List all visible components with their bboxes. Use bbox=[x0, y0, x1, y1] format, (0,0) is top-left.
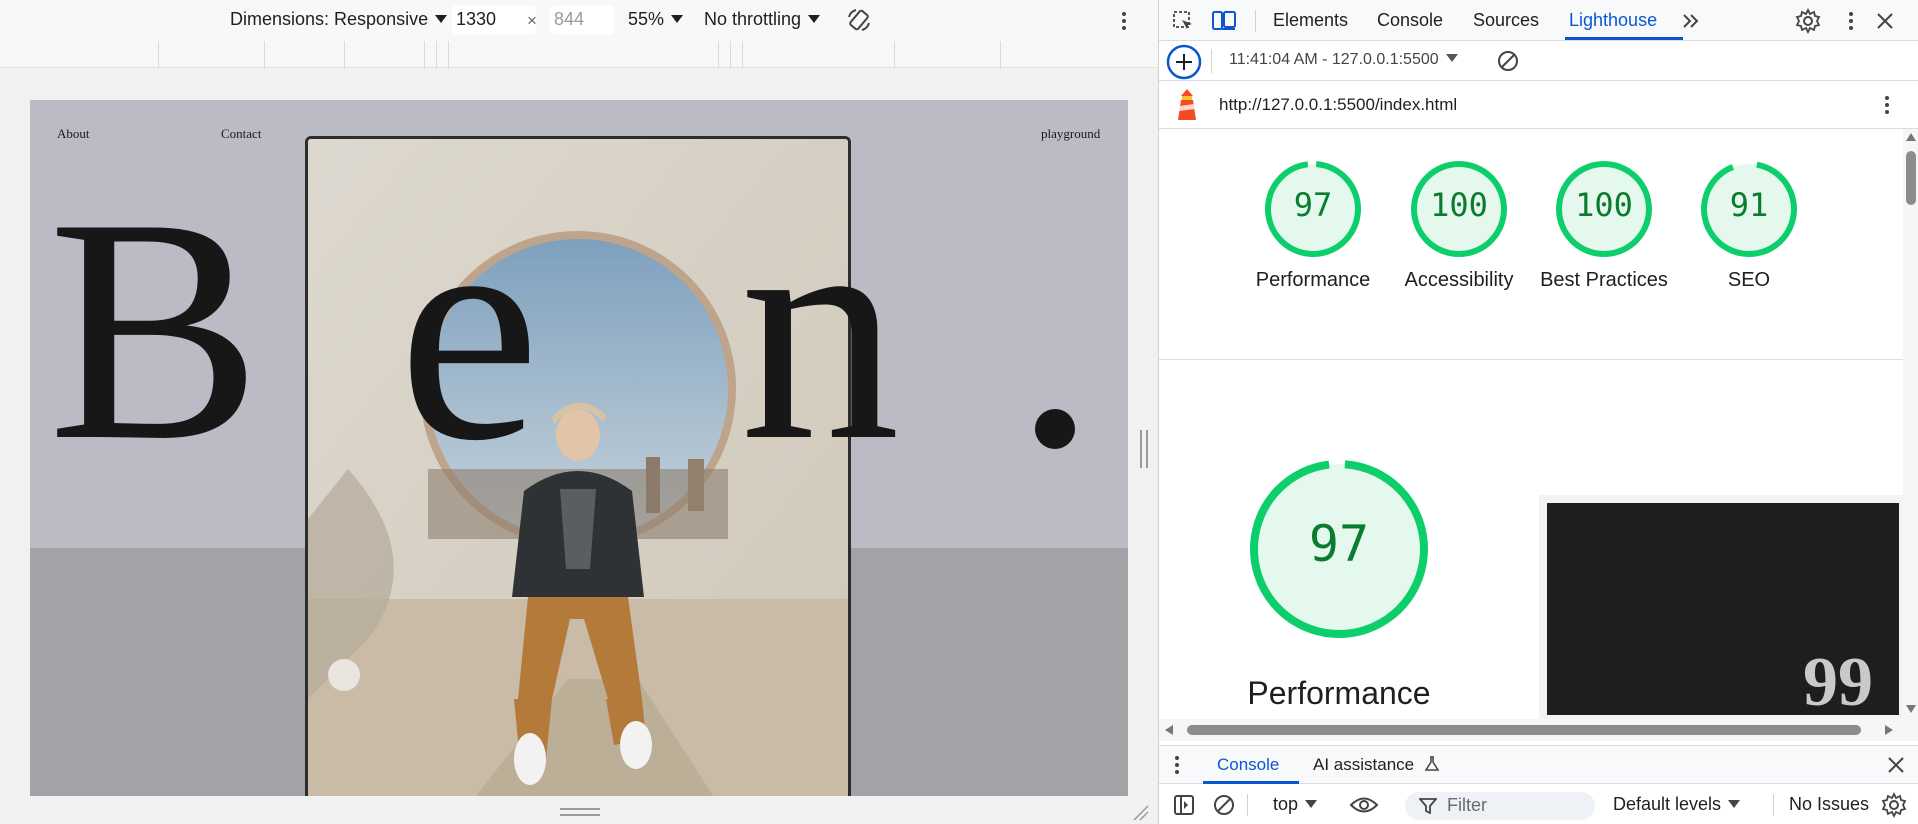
main-performance-score: 97 bbox=[1308, 515, 1370, 573]
devtools-panel: Elements Console Sources Lighthouse 11:4… bbox=[1158, 0, 1918, 824]
report-url-bar: http://127.0.0.1:5500/index.html bbox=[1159, 81, 1918, 129]
gauge-best-practices-label: Best Practices bbox=[1540, 269, 1668, 291]
close-drawer-icon[interactable] bbox=[1887, 756, 1905, 774]
horizontal-scrollbar[interactable] bbox=[1159, 719, 1918, 741]
drawer-tab-console[interactable]: Console bbox=[1217, 755, 1279, 775]
zoom-dropdown[interactable]: 55% bbox=[628, 9, 684, 30]
customize-menu-icon[interactable] bbox=[1845, 10, 1857, 32]
lighthouse-report: 97 Performance 100 Accessibility 100 Bes… bbox=[1159, 129, 1903, 719]
context-selector[interactable]: top bbox=[1273, 794, 1318, 815]
settings-gear-icon[interactable] bbox=[1795, 8, 1821, 34]
scroll-up-arrow-icon[interactable] bbox=[1906, 133, 1916, 141]
gauge-seo[interactable]: 91 bbox=[1699, 159, 1799, 259]
gauge-performance[interactable]: 97 bbox=[1263, 159, 1363, 259]
nav-contact-link[interactable]: Contact bbox=[221, 126, 261, 142]
issues-counter[interactable]: No Issues bbox=[1789, 794, 1869, 815]
report-selector[interactable]: 11:41:04 AM - 127.0.0.1:5500 bbox=[1229, 51, 1458, 69]
hero-period-dot bbox=[1035, 409, 1075, 449]
clear-console-icon[interactable] bbox=[1213, 794, 1235, 816]
viewport-height-resize-handle[interactable] bbox=[560, 808, 600, 816]
inspect-element-icon[interactable] bbox=[1171, 9, 1195, 33]
experimental-flask-icon bbox=[1424, 756, 1440, 771]
dimensions-dropdown[interactable]: Dimensions: Responsive bbox=[230, 9, 448, 30]
close-devtools-icon[interactable] bbox=[1875, 11, 1895, 31]
gauge-best-practices[interactable]: 100 bbox=[1554, 159, 1654, 259]
gauge-accessibility-label: Accessibility bbox=[1404, 269, 1514, 291]
new-report-plus-icon[interactable] bbox=[1165, 43, 1203, 81]
section-divider bbox=[1159, 359, 1903, 360]
report-url: http://127.0.0.1:5500/index.html bbox=[1219, 95, 1458, 114]
height-input[interactable]: 844 bbox=[550, 6, 614, 34]
console-toolbar: top Filter Default levels No Issues bbox=[1159, 784, 1918, 824]
nav-playground-link[interactable]: playground bbox=[1041, 126, 1100, 142]
filter-placeholder: Filter bbox=[1447, 795, 1487, 815]
tab-elements[interactable]: Elements bbox=[1273, 10, 1348, 31]
drawer-tab-ai-assistance[interactable]: AI assistance bbox=[1313, 755, 1440, 775]
more-options-icon[interactable] bbox=[1118, 10, 1130, 32]
lighthouse-toolbar: 11:41:04 AM - 127.0.0.1:5500 bbox=[1159, 41, 1918, 81]
tab-sources[interactable]: Sources bbox=[1473, 10, 1539, 31]
throttling-dropdown[interactable]: No throttling bbox=[704, 9, 821, 30]
viewport-width-resize-handle[interactable] bbox=[1140, 430, 1148, 468]
scroll-right-arrow-icon[interactable] bbox=[1885, 725, 1893, 735]
gauge-performance-score: 97 bbox=[1293, 186, 1333, 224]
corner-resize-grip-icon[interactable] bbox=[1132, 804, 1150, 822]
device-toolbar-toggle-icon[interactable] bbox=[1211, 9, 1237, 33]
console-drawer: Console AI assistance top Filter Default… bbox=[1159, 745, 1918, 824]
main-performance-label: Performance bbox=[1247, 675, 1431, 711]
drawer-tabbar: Console AI assistance bbox=[1159, 746, 1918, 784]
hero-letter-n: n bbox=[740, 153, 900, 507]
scroll-left-arrow-icon[interactable] bbox=[1165, 725, 1173, 735]
vertical-scrollbar[interactable] bbox=[1903, 129, 1918, 719]
drawer-menu-icon[interactable] bbox=[1173, 755, 1181, 775]
gauge-seo-label: SEO bbox=[1727, 269, 1771, 291]
width-input[interactable]: 1330 bbox=[452, 6, 536, 34]
gauge-seo-score: 91 bbox=[1729, 186, 1769, 224]
show-sidebar-icon[interactable] bbox=[1173, 794, 1195, 816]
horizontal-scroll-thumb[interactable] bbox=[1187, 725, 1861, 735]
report-menu-icon[interactable] bbox=[1881, 94, 1893, 116]
log-levels-dropdown[interactable]: Default levels bbox=[1613, 794, 1741, 815]
tab-lighthouse[interactable]: Lighthouse bbox=[1569, 10, 1657, 31]
console-settings-gear-icon[interactable] bbox=[1881, 792, 1907, 818]
rotate-icon[interactable] bbox=[846, 7, 872, 33]
screenshot-number-text: 99 bbox=[1803, 644, 1873, 719]
device-emulation-pane: Dimensions: Responsive 1330 × 844 55% No… bbox=[0, 0, 1158, 824]
vertical-scroll-thumb[interactable] bbox=[1906, 151, 1916, 205]
media-query-ruler bbox=[0, 41, 1158, 68]
hero-letter-b: B bbox=[48, 153, 262, 507]
devtools-window: Dimensions: Responsive 1330 × 844 55% No… bbox=[0, 0, 1918, 824]
more-tabs-chevron-icon[interactable] bbox=[1681, 11, 1701, 31]
scroll-down-arrow-icon[interactable] bbox=[1906, 705, 1916, 713]
devtools-tabbar: Elements Console Sources Lighthouse bbox=[1159, 0, 1918, 41]
nav-about-link[interactable]: About bbox=[57, 126, 90, 142]
gauge-best-practices-score: 100 bbox=[1575, 186, 1633, 224]
filter-funnel-icon bbox=[1419, 798, 1437, 814]
active-tab-indicator bbox=[1565, 37, 1683, 40]
gauge-accessibility[interactable]: 100 bbox=[1409, 159, 1509, 259]
tab-console[interactable]: Console bbox=[1377, 10, 1443, 31]
lighthouse-logo-icon bbox=[1178, 89, 1196, 120]
live-expression-eye-icon[interactable] bbox=[1349, 794, 1379, 816]
final-screenshot-thumbnail: 99 bbox=[1539, 495, 1903, 719]
gauge-accessibility-score: 100 bbox=[1430, 186, 1488, 224]
main-performance-gauge: 97 bbox=[1247, 457, 1431, 641]
device-toolbar: Dimensions: Responsive 1330 × 844 55% No… bbox=[0, 0, 1158, 41]
times-symbol: × bbox=[527, 11, 537, 30]
emulated-viewport: About Contact playground B e n bbox=[30, 100, 1128, 796]
clear-reports-icon[interactable] bbox=[1497, 50, 1519, 72]
console-filter-input[interactable]: Filter bbox=[1405, 792, 1595, 820]
hero-letter-e: e bbox=[398, 153, 541, 507]
gauge-performance-label: Performance bbox=[1255, 269, 1371, 291]
